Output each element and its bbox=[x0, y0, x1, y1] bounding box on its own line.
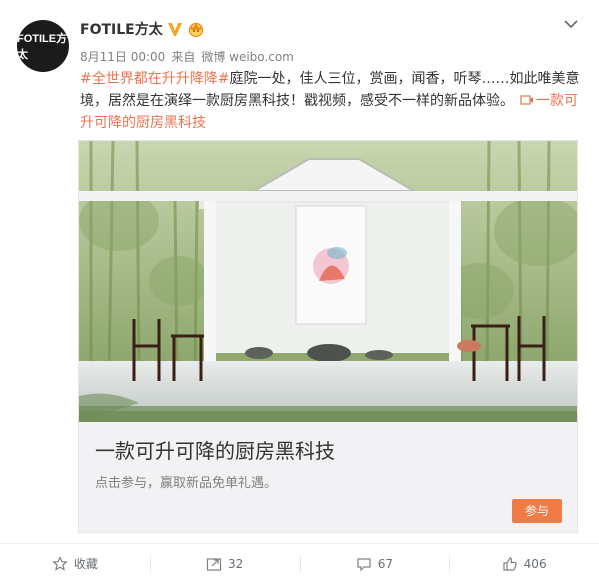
via-label: 来自 bbox=[171, 50, 196, 64]
post-source[interactable]: 微博 weibo.com bbox=[201, 48, 294, 65]
action-bar: 收藏 32 67 406 bbox=[0, 543, 599, 583]
weibo-post-card: FOTILE方太 FOTILE方太 8月11日 00:00 来自 微博 weib… bbox=[0, 0, 599, 583]
comment-count: 67 bbox=[377, 556, 394, 571]
repost-icon bbox=[206, 557, 222, 571]
vip-badge-icon[interactable] bbox=[187, 21, 205, 37]
favorite-label: 收藏 bbox=[73, 557, 98, 571]
media-title[interactable]: 一款可升可降的厨房黑科技 bbox=[95, 435, 335, 464]
video-thumbnail[interactable] bbox=[79, 141, 577, 422]
avatar-logo-text: FOTILE方太 bbox=[17, 33, 68, 61]
hashtag-link[interactable]: #全世界都在升升降降# bbox=[80, 71, 229, 87]
avatar[interactable]: FOTILE方太 bbox=[17, 20, 69, 72]
post-meta: 8月11日 00:00 来自 微博 weibo.com bbox=[80, 48, 294, 65]
link-icon bbox=[520, 95, 533, 105]
video-scene-image bbox=[79, 141, 577, 422]
comment-icon bbox=[357, 557, 371, 571]
thumbs-up-icon bbox=[503, 556, 517, 571]
media-subtitle: 点击参与，赢取新品免单礼遇。 bbox=[95, 476, 278, 491]
post-date[interactable]: 8月11日 00:00 bbox=[80, 48, 165, 65]
star-icon bbox=[52, 555, 68, 571]
username[interactable]: FOTILE方太 bbox=[80, 19, 163, 39]
like-count: 406 bbox=[523, 556, 547, 571]
media-card[interactable]: 一款可升可降的厨房黑科技 点击参与，赢取新品免单礼遇。 参与 bbox=[78, 140, 578, 533]
join-button[interactable]: 参与 bbox=[512, 499, 562, 523]
favorite-button[interactable]: 收藏 bbox=[0, 544, 150, 583]
user-row: FOTILE方太 bbox=[80, 19, 205, 39]
repost-count: 32 bbox=[227, 556, 244, 571]
comment-button[interactable]: 67 bbox=[299, 544, 450, 583]
post-text: #全世界都在升升降降#庭院一处，佳人三位，赏画，闻香，听琴……如此唯美意境，居然… bbox=[80, 68, 580, 134]
like-button[interactable]: 406 bbox=[449, 544, 599, 583]
chevron-down-icon[interactable] bbox=[563, 18, 579, 30]
repost-button[interactable]: 32 bbox=[149, 544, 300, 583]
verified-icon bbox=[167, 23, 182, 36]
